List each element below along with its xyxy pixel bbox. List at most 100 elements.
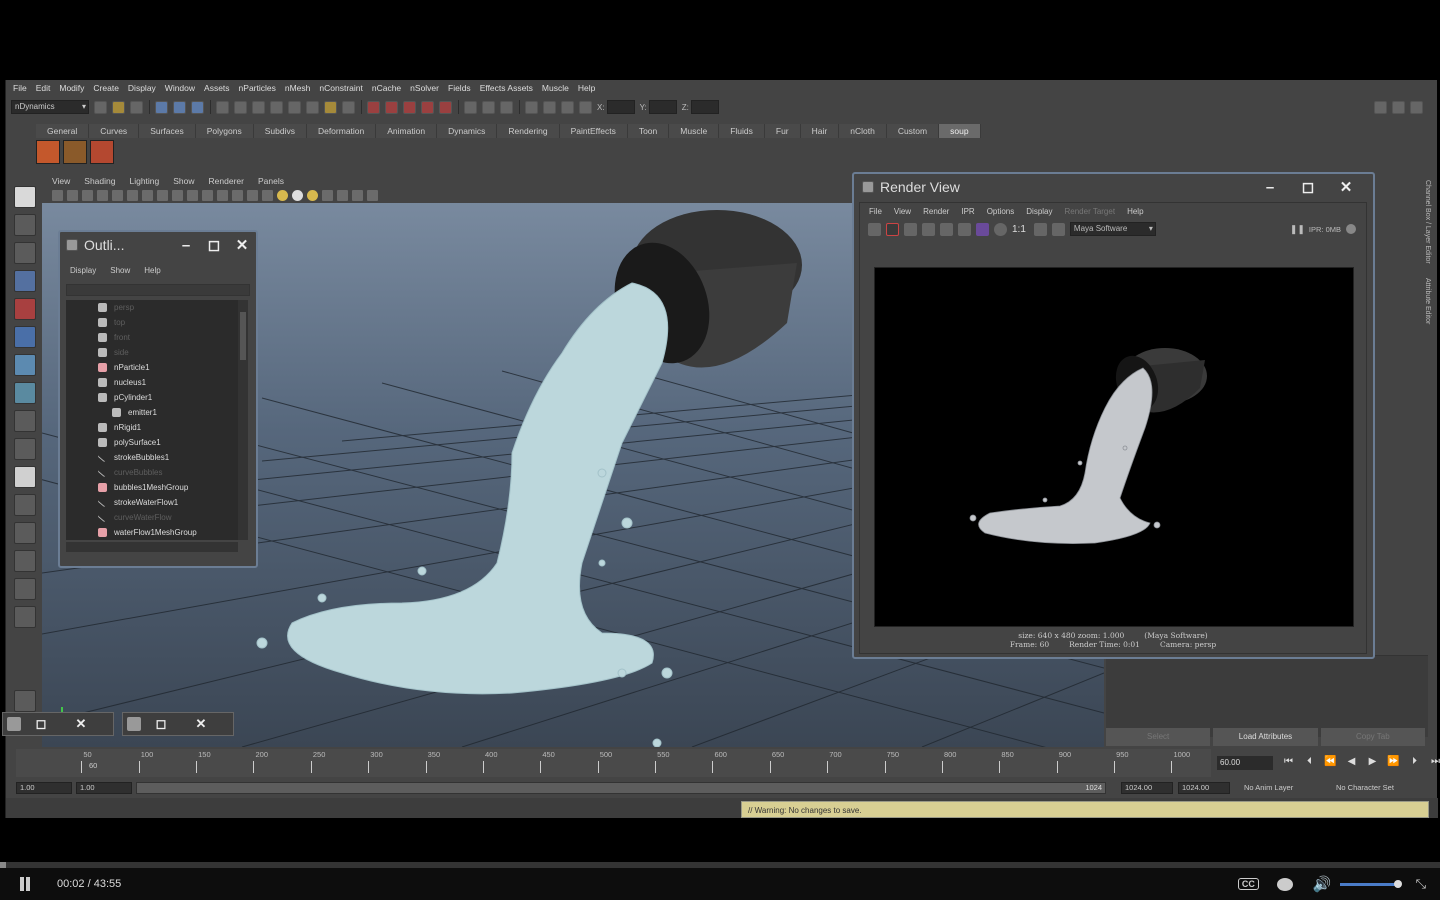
grid-icon[interactable] [112, 189, 123, 201]
viewport-menu-panels[interactable]: Panels [258, 175, 284, 187]
character-set-dropdown[interactable]: No Character Set [1336, 782, 1394, 794]
xray-components-icon[interactable] [352, 189, 363, 201]
keep-image-icon[interactable] [1033, 222, 1047, 236]
render-view-titlebar[interactable]: Render View – ◻ ✕ [854, 174, 1373, 200]
hypergraph-layout-icon[interactable] [14, 606, 36, 628]
shelf-tab-rendering[interactable]: Rendering [497, 124, 560, 138]
play-backwards-icon[interactable]: ◀ [1341, 756, 1362, 767]
attribute-editor-tab[interactable]: Attribute Editor [1424, 278, 1431, 324]
shelf-tab-hair[interactable]: Hair [800, 124, 840, 138]
play-forwards-icon[interactable]: ▶ [1362, 756, 1383, 767]
menu-muscle[interactable]: Muscle [542, 83, 569, 93]
outliner-menu-show[interactable]: Show [110, 266, 130, 280]
snap-point-icon[interactable] [252, 100, 265, 114]
refresh-ipr-icon[interactable] [940, 222, 953, 236]
render-view-menu-help[interactable]: Help [1127, 207, 1143, 216]
safe-title-icon[interactable] [202, 189, 213, 201]
x-field[interactable] [606, 100, 635, 114]
menu-fields[interactable]: Fields [448, 83, 471, 93]
all-lights-icon[interactable] [292, 189, 303, 201]
open-scene-icon[interactable] [112, 100, 125, 114]
volume-icon[interactable]: 🔊 [1313, 875, 1332, 893]
shelf-tab-painteffects[interactable]: PaintEffects [559, 124, 628, 138]
curve-tool-icon[interactable] [14, 438, 36, 460]
panel-layout-icon[interactable] [1374, 100, 1387, 114]
menu-nconstraint[interactable]: nConstraint [319, 83, 362, 93]
menu-effects-assets[interactable]: Effects Assets [480, 83, 533, 93]
load-attributes-button[interactable]: Load Attributes [1213, 728, 1318, 746]
paint-select-tool-icon[interactable] [14, 242, 36, 264]
shadows-icon[interactable] [307, 189, 318, 201]
minimized-window-1[interactable]: ◻ ✕ [2, 712, 114, 736]
outliner-item-front[interactable]: front [66, 330, 248, 345]
pause-icon[interactable] [18, 877, 32, 891]
manipulator-tool-icon[interactable] [14, 354, 36, 376]
isolate-select-icon[interactable] [322, 189, 333, 201]
single-pane-layout-icon[interactable] [14, 466, 36, 488]
animation-start-field[interactable]: 1.00 [16, 782, 72, 794]
film-gate-icon[interactable] [127, 189, 138, 201]
history-icon[interactable] [306, 100, 319, 114]
z-field[interactable] [690, 100, 719, 114]
hypershade-icon[interactable] [421, 100, 434, 114]
outliner-menu-display[interactable]: Display [70, 266, 96, 280]
shelf-tab-dynamics[interactable]: Dynamics [437, 124, 498, 138]
outliner-item-emitter1[interactable]: emitter1 [66, 405, 248, 420]
shelf-tab-fluids[interactable]: Fluids [719, 124, 765, 138]
viewport-menu-view[interactable]: View [52, 175, 70, 187]
menu-window[interactable]: Window [165, 83, 195, 93]
move-tool-icon[interactable] [14, 270, 36, 292]
rendered-image[interactable] [874, 267, 1354, 627]
select-tool-icon[interactable] [14, 186, 36, 208]
shelf-tab-muscle[interactable]: Muscle [669, 124, 720, 138]
outliner-item-side[interactable]: side [66, 345, 248, 360]
outliner-layout-icon[interactable] [14, 550, 36, 572]
menu-help[interactable]: Help [578, 83, 595, 93]
shelf-tab-soup[interactable]: soup [939, 124, 981, 138]
comments-icon[interactable] [1276, 877, 1293, 891]
fullscreen-exit-icon[interactable]: ⤡ [1416, 876, 1426, 892]
step-back-key-icon[interactable]: ⏪ [1320, 756, 1341, 767]
playback-end-field[interactable]: 1024.00 [1121, 782, 1173, 794]
render-view-menu-display[interactable]: Display [1026, 207, 1052, 216]
menu-nsolver[interactable]: nSolver [410, 83, 439, 93]
transform-mode-icon[interactable] [525, 100, 538, 114]
pause-ipr-icon[interactable]: ❚❚ [1290, 224, 1305, 235]
render-settings-icon[interactable] [403, 100, 416, 114]
soup-paint-icon[interactable] [90, 140, 114, 164]
snap-curve-icon[interactable] [234, 100, 247, 114]
go-to-end-icon[interactable]: ⏭ [1425, 756, 1440, 767]
rotate-tool-icon[interactable] [14, 298, 36, 320]
restore-icon[interactable]: ◻ [21, 716, 61, 732]
outliner-item-top[interactable]: top [66, 315, 248, 330]
shelf-tab-polygons[interactable]: Polygons [195, 124, 254, 138]
shelf-tab-animation[interactable]: Animation [376, 124, 438, 138]
anim-layer-dropdown[interactable]: No Anim Layer [1244, 782, 1293, 794]
time-slider[interactable]: 50 100 150 200 250 300 350 400 450 500 550 600 650 70… [16, 749, 1211, 777]
outliner-item-curvewaterflow[interactable]: curveWaterFlow [66, 510, 248, 525]
viewport-menu-show[interactable]: Show [173, 175, 194, 187]
snapshot-icon[interactable] [904, 222, 917, 236]
viewport-menu-shading[interactable]: Shading [84, 175, 115, 187]
shelf-tab-surfaces[interactable]: Surfaces [139, 124, 196, 138]
two-pane-layout-icon[interactable] [14, 522, 36, 544]
menu-create[interactable]: Create [93, 83, 119, 93]
xray-joints-icon[interactable] [337, 189, 348, 201]
shading-icon[interactable] [14, 690, 36, 712]
close-icon[interactable]: ✕ [181, 716, 221, 732]
hud-icon[interactable] [367, 189, 378, 201]
maximize-icon[interactable]: ◻ [1289, 178, 1327, 196]
outliner-item-nrigid1[interactable]: nRigid1 [66, 420, 248, 435]
outliner-item-curvebubbles[interactable]: curveBubbles [66, 465, 248, 480]
scale-tool-icon[interactable] [14, 326, 36, 348]
graph-layout-icon[interactable] [14, 578, 36, 600]
sidebar-toggle-icon[interactable] [482, 100, 495, 114]
menu-ncache[interactable]: nCache [372, 83, 401, 93]
close-icon[interactable]: ✕ [228, 236, 256, 254]
render-view-menu-ipr[interactable]: IPR [961, 207, 974, 216]
outliner-horizontal-scrollbar[interactable] [66, 542, 238, 552]
wireframe-on-shaded-icon[interactable] [247, 189, 258, 201]
render-settings-icon[interactable] [958, 222, 971, 236]
redo-render-icon[interactable] [868, 222, 881, 236]
render-view-icon[interactable] [439, 100, 452, 114]
